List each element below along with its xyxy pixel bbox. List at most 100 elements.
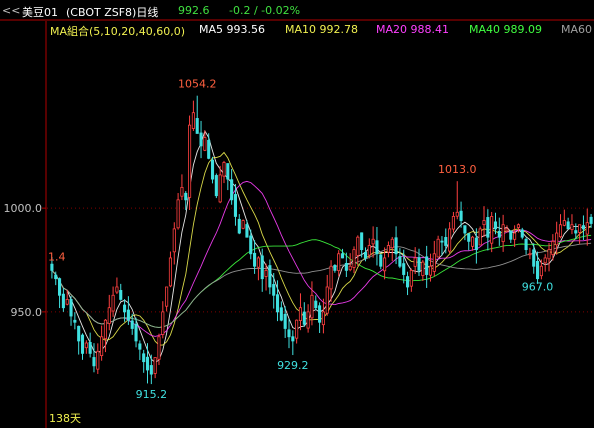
candle-body — [233, 194, 238, 217]
candle-body — [80, 334, 85, 354]
candle-body — [168, 257, 173, 287]
candle-body — [436, 238, 440, 258]
candle-body — [566, 221, 570, 230]
candle-body — [138, 343, 142, 350]
candle-body — [230, 179, 234, 201]
candle-body — [581, 225, 585, 230]
candle-body — [490, 216, 494, 244]
candle-body — [451, 216, 455, 230]
candle-body — [337, 253, 341, 271]
candle-body — [310, 294, 314, 319]
high-annotation: 1054.2 — [178, 78, 217, 91]
candle-body — [253, 252, 257, 267]
candle-body — [478, 228, 482, 246]
symbol-name: 美豆01 — [22, 6, 58, 19]
low-annotation: 967.0 — [522, 281, 554, 294]
candle-body — [375, 240, 379, 255]
candle-body — [145, 356, 150, 371]
candle-body — [142, 353, 146, 363]
candle-body — [176, 199, 180, 229]
candle-body — [333, 264, 337, 271]
candle-body — [585, 222, 589, 235]
candle-body — [356, 236, 360, 256]
candle-body — [516, 224, 520, 228]
candle-body — [371, 238, 375, 245]
candle-body — [574, 230, 578, 234]
candle-body — [264, 269, 268, 277]
y-tick-label: 1000.0 — [4, 202, 43, 215]
candle-body — [226, 163, 230, 180]
candle-body — [428, 265, 433, 276]
y-tick-label: 950.0 — [11, 306, 43, 319]
candle-body — [50, 263, 54, 271]
candle-body — [69, 299, 73, 317]
candle-body — [295, 319, 299, 339]
low-annotation: 915.2 — [136, 388, 168, 401]
candle-body — [379, 254, 383, 267]
candle-body — [352, 249, 356, 268]
left-edge-label: 1.4 — [48, 250, 66, 263]
candle-body — [482, 220, 486, 226]
candle-body — [249, 235, 253, 255]
candle-body — [402, 263, 406, 275]
candle-body — [459, 210, 463, 221]
candle-body — [256, 257, 260, 268]
candle-body — [363, 251, 368, 259]
candle-body — [383, 257, 387, 272]
double-chevron-left-icon[interactable]: << — [2, 4, 20, 17]
candle-body — [329, 265, 333, 290]
candle-body — [260, 255, 264, 280]
candle-body — [77, 325, 81, 342]
candle-body — [123, 304, 127, 313]
candle-body — [448, 228, 452, 252]
candle-body — [578, 224, 582, 233]
candle-body — [88, 341, 92, 354]
candle-body — [153, 357, 157, 374]
contract-label: (CBOT ZSF8)日线 — [66, 6, 159, 19]
candle-body — [474, 237, 478, 251]
candle-body — [115, 286, 119, 293]
candle-body — [237, 218, 241, 234]
candle-body — [440, 240, 444, 243]
ma20-label: MA20 988.41 — [376, 23, 449, 36]
ma5-label: MA5 993.56 — [199, 23, 265, 36]
candlestick-layer — [50, 95, 593, 385]
last-price: 992.6 — [178, 4, 210, 17]
candle-body — [394, 237, 398, 255]
candle-body — [463, 225, 467, 234]
candle-body — [84, 342, 88, 349]
candle-body — [272, 284, 276, 296]
candle-body — [497, 230, 501, 238]
candle-body — [306, 311, 310, 329]
price-chart: 1000.0 950.0 1054.2 915.2 929.2 1013.0 967.0 1.… — [0, 19, 594, 428]
candle-body — [344, 263, 348, 271]
candle-body — [126, 309, 130, 321]
candle-body — [172, 228, 176, 253]
candle-body — [111, 294, 115, 312]
bar-count-label: 138天 — [49, 412, 81, 425]
label-layer: 1000.0 950.0 1054.2 915.2 929.2 1013.0 967.0 1.… — [4, 78, 554, 425]
candle-body — [505, 228, 509, 232]
candle-body — [570, 224, 574, 230]
candle-body — [210, 159, 215, 180]
candle-body — [287, 329, 291, 338]
candle-body — [386, 245, 390, 253]
ma10-line — [51, 151, 592, 346]
candle-body — [283, 313, 287, 329]
candle-body — [214, 175, 218, 197]
ma10-label: MA10 992.78 — [285, 23, 358, 36]
candle-body — [222, 162, 226, 177]
candle-body — [107, 307, 111, 324]
ma20-line — [51, 180, 592, 337]
candle-body — [425, 256, 429, 275]
candle-body — [302, 311, 306, 325]
ma-group-label: MA組合(5,10,20,40,60,0) — [50, 25, 186, 38]
candle-body — [444, 237, 448, 246]
low-annotation: 929.2 — [277, 359, 309, 372]
ma40-label: MA40 989.09 — [469, 23, 542, 36]
candle-body — [360, 232, 364, 251]
candle-body — [191, 112, 195, 129]
candle-body — [61, 293, 65, 309]
candle-body — [409, 269, 413, 287]
candle-body — [558, 224, 563, 238]
